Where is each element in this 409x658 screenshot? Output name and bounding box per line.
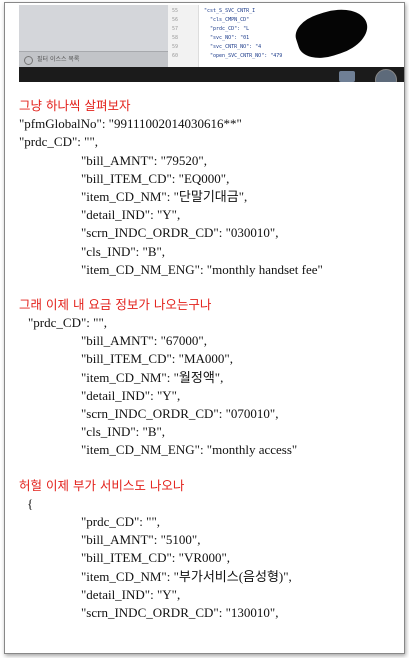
json-line: "item_CD_NM": "부가서비스(음성형)", bbox=[81, 568, 292, 584]
code-line-number: 57 bbox=[172, 26, 179, 32]
filter-bar: 필터 이스스 목록 bbox=[19, 51, 168, 68]
json-line: "detail_IND": "Y", bbox=[81, 207, 181, 223]
json-line: "bill_ITEM_CD": "EQ000", bbox=[81, 170, 230, 186]
annotation-section: 그래 이제 내 요금 정보가 나오는구나 "prdc_CD": "", "bill_… bbox=[19, 279, 399, 460]
json-line: "bill_AMNT": "79520", bbox=[81, 152, 207, 168]
code-line-text: "prdc_CD": "L bbox=[204, 26, 250, 32]
json-line: "detail_IND": "Y", bbox=[81, 387, 181, 403]
filter-icon bbox=[24, 56, 33, 65]
code-line-text: "cls_CMPN_CD" bbox=[204, 17, 250, 23]
code-line-number: 55 bbox=[172, 8, 179, 14]
embedded-screenshot: 필터 이스스 목록 55 "cst_S_SVC_CNTR_I 56 "cls_CMP… bbox=[19, 5, 404, 82]
json-line: "prdc_CD": "", bbox=[28, 315, 107, 331]
json-line: "scrn_INDC_ORDR_CD": "030010", bbox=[81, 225, 279, 241]
json-line: "cls_IND": "B", bbox=[81, 424, 166, 440]
code-line-text: "svc_NO": "01 bbox=[204, 35, 250, 41]
code-line-number: 60 bbox=[172, 53, 179, 59]
annotation-section: 그냥 하나씩 살펴보자 "pfmGlobalNo": "9911100201403… bbox=[19, 97, 399, 279]
json-line: { bbox=[27, 495, 34, 511]
file-browser-panel: 필터 이스스 목록 bbox=[19, 5, 168, 68]
redaction-scribble bbox=[290, 5, 374, 66]
app-dock-icon bbox=[339, 71, 355, 82]
json-line: "scrn_INDC_ORDR_CD": "070010", bbox=[81, 406, 279, 421]
annotation-section: 허헐 이제 부가 서비스도 나오나 { "prdc_CD": "", "bill_AM… bbox=[19, 460, 399, 623]
comment-note: 그냥 하나씩 살펴보자 bbox=[19, 98, 131, 113]
json-line: "item_CD_NM_ENG": "monthly handset fee" bbox=[81, 261, 323, 277]
json-line: "bill_AMNT": "67000", bbox=[81, 333, 207, 349]
json-line: "prdc_CD": "", bbox=[19, 134, 98, 150]
json-line: "bill_ITEM_CD": "MA000", bbox=[81, 351, 233, 367]
code-line-text: "open_SVC_CNTR_NO": "479 bbox=[204, 53, 283, 59]
json-line: "detail_IND": "Y", bbox=[81, 586, 181, 602]
code-line-number: 59 bbox=[172, 44, 179, 50]
json-annotation-body: 그냥 하나씩 살펴보자 "pfmGlobalNo": "9911100201403… bbox=[19, 97, 399, 622]
comment-note: 그래 이제 내 요금 정보가 나오는구나 bbox=[19, 296, 212, 312]
code-editor-panel: 55 "cst_S_SVC_CNTR_I 56 "cls_CMPN_CD" 57 "p… bbox=[168, 5, 404, 67]
filter-label: 필터 이스스 목록 bbox=[37, 56, 80, 63]
json-line: "bill_ITEM_CD": "VR000", bbox=[81, 550, 231, 566]
json-line: "cls_IND": "B", bbox=[81, 243, 166, 259]
json-line: "item_CD_NM": "단말기대금", bbox=[81, 188, 248, 204]
json-line: "pfmGlobalNo": "99111002014030616**" bbox=[19, 116, 242, 132]
code-line-number: 58 bbox=[172, 35, 179, 41]
json-line: "item_CD_NM": "월정액", bbox=[81, 369, 224, 385]
code-line-text: "svc_CNTR_NO": "4 bbox=[204, 44, 262, 50]
json-line: "prdc_CD": "", bbox=[81, 513, 160, 529]
json-line: "bill_AMNT": "5100", bbox=[81, 532, 201, 548]
comment-note: 허헐 이제 부가 서비스도 나오나 bbox=[19, 477, 185, 493]
json-line: "item_CD_NM_ENG": "monthly access" bbox=[81, 442, 298, 458]
json-line: "scrn_INDC_ORDR_CD": "130010", bbox=[81, 604, 279, 620]
code-line-number: 56 bbox=[172, 17, 179, 23]
code-line-text: "cst_S_SVC_CNTR_I bbox=[204, 8, 256, 14]
page-frame: 필터 이스스 목록 55 "cst_S_SVC_CNTR_I 56 "cls_CMP… bbox=[4, 2, 405, 654]
